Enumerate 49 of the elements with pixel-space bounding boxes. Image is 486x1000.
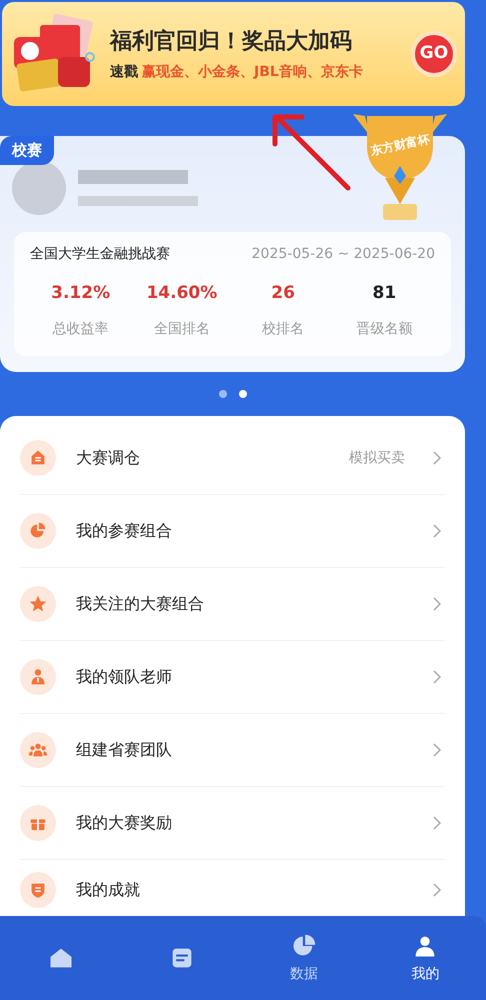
stat-value: 26 [271, 282, 295, 305]
menu-hint: 模拟买卖 [349, 448, 405, 468]
menu-item[interactable]: 我的领队老师 [20, 641, 445, 714]
banner-prefix: 速戳 [110, 63, 138, 82]
menu-label: 我的领队老师 [76, 666, 173, 688]
gift-icon [20, 805, 56, 841]
nav-tab[interactable]: 数据 [243, 916, 364, 1000]
menu-label: 我的成就 [76, 879, 141, 901]
chevron-right-icon [433, 670, 441, 684]
go-button[interactable]: GO [411, 31, 457, 77]
pie-icon [20, 513, 56, 549]
menu-item[interactable]: 我的参赛组合 [20, 495, 445, 568]
menu-label: 我的参赛组合 [76, 520, 173, 542]
teacher-icon [20, 659, 56, 695]
chevron-right-icon [433, 816, 441, 830]
menu-item[interactable]: 我关注的大赛组合 [20, 568, 445, 641]
chevron-right-icon [433, 883, 441, 897]
nav-label: 我的 [411, 964, 440, 984]
nav-label: 数据 [290, 964, 318, 984]
menu-item[interactable]: 我的成就 [20, 860, 445, 910]
stat-label: 全国排名 [154, 320, 210, 338]
menu-label: 我关注的大赛组合 [76, 593, 205, 615]
contest-badge: 校赛 [0, 136, 54, 164]
stat-value: 81 [372, 282, 396, 305]
contest-name: 全国大学生金融挑战赛 [30, 245, 170, 264]
menu-item[interactable]: 组建省赛团队 [20, 714, 445, 787]
house-icon [20, 440, 56, 476]
shield-icon [20, 872, 56, 908]
contest-dates: 2025-05-26 ~ 2025-06-20 [252, 245, 435, 264]
chevron-right-icon [433, 451, 441, 465]
trophy-text: 东方财富杯 [368, 130, 432, 160]
stat-label: 晋级名额 [356, 320, 412, 338]
stat-value: 3.12% [51, 282, 110, 305]
stat-value: 14.60% [146, 282, 218, 305]
chevron-right-icon [433, 743, 441, 757]
menu-item[interactable]: 我的大赛奖励 [20, 787, 445, 860]
promo-banner[interactable]: 福利官回归！奖品大加码 速戳 赢现金、小金条、JBL音响、京东卡 GO [2, 2, 465, 106]
stat-label: 校排名 [262, 320, 304, 338]
stat-label: 总收益率 [52, 320, 109, 338]
menu-item[interactable]: 大赛调仓 模拟买卖 [20, 422, 445, 495]
team-icon [20, 732, 56, 768]
menu-label: 大赛调仓 [76, 447, 141, 469]
nav-tab[interactable]: 我的 [364, 916, 486, 1000]
banner-title: 福利官回归！奖品大加码 [110, 28, 353, 56]
chevron-right-icon [433, 524, 441, 538]
chevron-right-icon [433, 597, 441, 611]
menu-label: 组建省赛团队 [76, 739, 173, 761]
banner-prizes: 赢现金、小金条、JBL音响、京东卡 [142, 62, 363, 82]
menu-label: 我的大赛奖励 [76, 812, 173, 834]
